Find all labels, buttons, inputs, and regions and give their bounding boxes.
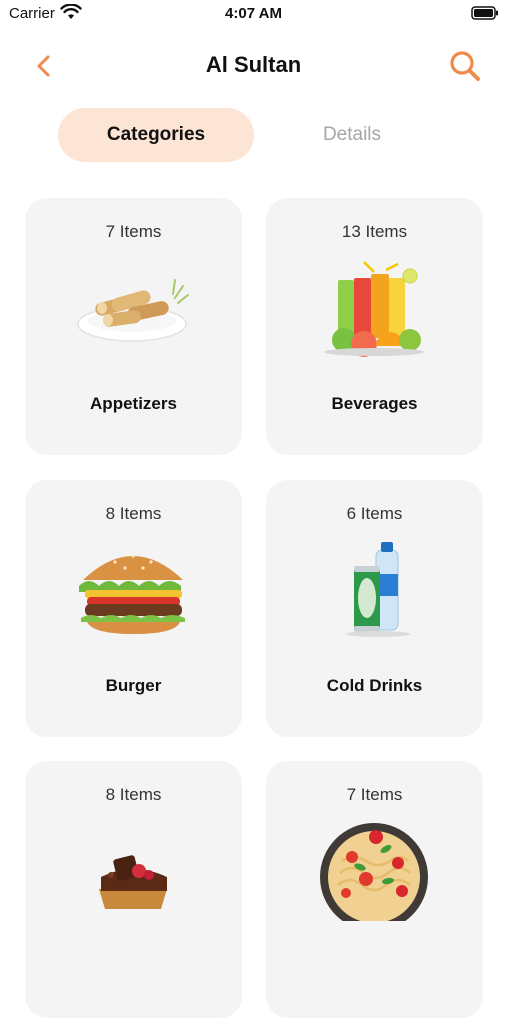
status-bar: Carrier 4:07 AM: [0, 0, 507, 30]
category-card-pasta[interactable]: 7 Items: [266, 761, 483, 1018]
category-name: Cold Drinks: [326, 676, 423, 695]
item-count: 8 Items: [105, 504, 162, 523]
category-name: Beverages: [331, 394, 418, 413]
segmented-tabs: Categories Details: [58, 108, 450, 162]
burger-image: [79, 554, 185, 634]
tab-categories[interactable]: Categories: [58, 108, 254, 162]
nav-bar: Al Sultan: [0, 44, 507, 88]
spring-rolls-image: [77, 279, 189, 342]
item-count: 7 Items: [346, 785, 403, 804]
soda-and-water-image: [346, 542, 410, 637]
page-title: Al Sultan: [205, 52, 302, 77]
cake-image: [99, 855, 167, 909]
pasta-image: [320, 823, 428, 921]
search-icon[interactable]: [447, 48, 483, 84]
category-card-cold-drinks[interactable]: 6 Items Cold Drinks: [266, 480, 483, 737]
item-count: 13 Items: [341, 222, 408, 241]
category-card-beverages[interactable]: 13 Items Beverages: [266, 198, 483, 455]
item-count: 8 Items: [105, 785, 162, 804]
status-time: 4:07 AM: [225, 5, 282, 22]
category-card-burger[interactable]: 8 Items Burger: [25, 480, 242, 737]
category-card-appetizers[interactable]: 7 Items Appetizers: [25, 198, 242, 455]
item-count: 7 Items: [105, 222, 162, 241]
category-name: Appetizers: [90, 394, 177, 413]
category-name: Burger: [105, 676, 162, 695]
category-card-desserts[interactable]: 8 Items: [25, 761, 242, 1018]
tab-details[interactable]: Details: [254, 108, 450, 162]
item-count: 6 Items: [346, 504, 403, 523]
battery-icon: [471, 6, 498, 20]
juices-image: [324, 261, 424, 357]
